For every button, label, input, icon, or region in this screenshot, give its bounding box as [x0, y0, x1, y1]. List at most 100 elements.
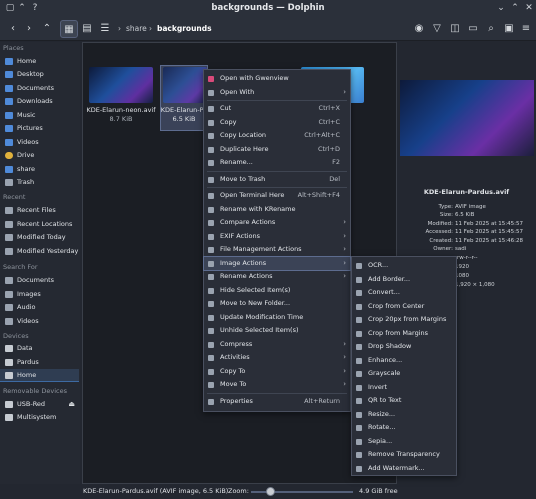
sidebar-item-drive[interactable]: Drive	[0, 149, 79, 162]
submenu-item-rotate[interactable]: Rotate...	[352, 421, 456, 435]
removable-heading: Removable Devices	[3, 387, 67, 395]
file-name-pardus[interactable]: KDE-Elarun-Pa	[160, 106, 208, 115]
icons-view-icon[interactable]: ▦	[60, 20, 78, 38]
image-actions-submenu: OCR... Add Border... Convert... Crop from C…	[351, 256, 457, 476]
sidebar-item-pardus[interactable]: Pardus	[0, 356, 79, 369]
menu-item-hide-selected-item-s[interactable]: Hide Selected Item(s)	[204, 284, 350, 298]
submenu-item-convert[interactable]: Convert...	[352, 286, 456, 300]
sidebar-item-documents[interactable]: Documents	[0, 82, 79, 95]
up-icon[interactable]: ⌃	[38, 20, 56, 38]
sidebar-item-recent-files[interactable]: Recent Files	[0, 204, 79, 217]
sidebar-item-recent-locations[interactable]: Recent Locations	[0, 218, 79, 231]
sidebar-item-share[interactable]: share	[0, 163, 79, 176]
submenu-item-crop-20px-from-margins[interactable]: Crop 20px from Margins	[352, 313, 456, 327]
sidebar-item-search-images[interactable]: Images	[0, 288, 79, 301]
filter-icon[interactable]: ▽	[428, 20, 446, 38]
sidebar-item-desktop[interactable]: Desktop	[0, 68, 79, 81]
menu-item-duplicate-here[interactable]: Duplicate Here Ctrl+D	[204, 143, 350, 157]
menu-item-compare-actions[interactable]: Compare Actions ›	[204, 216, 350, 230]
info-value-permissions: -rw-r--r--	[455, 255, 478, 261]
sidebar-item-trash[interactable]: Trash	[0, 176, 79, 189]
hamburger-menu-icon[interactable]: ≡	[517, 20, 535, 38]
menu-item-open-terminal-here[interactable]: Open Terminal Here Alt+Shift+F4	[204, 189, 350, 203]
sidebar-item-usb-red[interactable]: USB-Red ⏏	[0, 398, 79, 411]
menu-item-cut[interactable]: Cut Ctrl+X	[204, 102, 350, 116]
menu-item-image-actions[interactable]: Image Actions ›	[203, 255, 351, 271]
menu-item-open-with-gwenview[interactable]: Open with Gwenview	[204, 72, 350, 86]
sidebar-item-search-documents[interactable]: Documents	[0, 274, 79, 287]
sidebar-item-data[interactable]: Data	[0, 342, 79, 355]
submenu-item-crop-from-center[interactable]: Crop from Center	[352, 300, 456, 314]
sidebar-item-downloads[interactable]: Downloads	[0, 95, 79, 108]
submenu-item-grayscale[interactable]: Grayscale	[352, 367, 456, 381]
menu-item-rename[interactable]: Rename... F2	[204, 156, 350, 170]
submenu-item-add-border[interactable]: Add Border...	[352, 273, 456, 287]
menu-item-compress[interactable]: Compress ›	[204, 338, 350, 352]
submenu-item-enhance[interactable]: Enhance...	[352, 354, 456, 368]
menu-item-move-to-new-folder[interactable]: Move to New Folder...	[204, 297, 350, 311]
preview-icon[interactable]: ◉	[410, 20, 428, 38]
recent-files-icon	[5, 207, 13, 214]
zoom-slider-handle[interactable]	[266, 487, 275, 496]
file-thumbnail-pardus[interactable]	[163, 67, 207, 103]
submenu-item-ocr[interactable]: OCR...	[352, 259, 456, 273]
submenu-item-resize[interactable]: Resize...	[352, 408, 456, 422]
sidebar-item-videos[interactable]: Videos	[0, 136, 79, 149]
enhance-icon	[356, 357, 362, 364]
menu-item-label: File Management Actions	[220, 245, 302, 253]
close-icon[interactable]: ✕	[522, 0, 536, 17]
sidebar-item-search-videos[interactable]: Videos	[0, 315, 79, 328]
submenu-item-sepia[interactable]: Sepia...	[352, 435, 456, 449]
menu-item-activities[interactable]: Activities ›	[204, 351, 350, 365]
menu-item-label: Copy Location	[220, 131, 267, 139]
submenu-item-crop-from-margins[interactable]: Crop from Margins	[352, 327, 456, 341]
info-panel-icon[interactable]: ▣	[500, 20, 518, 38]
menu-item-move-to-trash[interactable]: Move to Trash Del	[204, 173, 350, 187]
menu-item-update-modification-time[interactable]: Update Modification Time	[204, 311, 350, 325]
compact-view-icon[interactable]: ▤	[78, 20, 96, 38]
sidebar-item-music[interactable]: Music	[0, 109, 79, 122]
menu-item-unhide-selected-item-s[interactable]: Unhide Selected Item(s)	[204, 324, 350, 338]
submenu-item-drop-shadow[interactable]: Drop Shadow	[352, 340, 456, 354]
eject-icon[interactable]: ⏏	[68, 398, 75, 411]
menu-item-open-with[interactable]: Open With ›	[204, 86, 350, 100]
menu-item-copy-location[interactable]: Copy Location Ctrl+Alt+C	[204, 129, 350, 143]
breadcrumb-backgrounds[interactable]: backgrounds	[157, 17, 212, 41]
breadcrumb-share[interactable]: share	[126, 17, 147, 41]
menu-item-move-to[interactable]: Move To ›	[204, 378, 350, 392]
sidebar-item-pictures[interactable]: Pictures	[0, 122, 79, 135]
crop-20px-from-margins-icon	[356, 317, 362, 323]
search-icon[interactable]: ⌕	[482, 20, 500, 38]
terminal-icon[interactable]: ▭	[464, 20, 482, 38]
file-thumbnail-neon[interactable]	[89, 67, 153, 103]
menu-item-rename-with-krename[interactable]: Rename with KRename	[204, 203, 350, 217]
sidebar-item-home[interactable]: Home	[0, 55, 79, 68]
sidebar-item-search-audio[interactable]: Audio	[0, 301, 79, 314]
menu-item-label: Image Actions	[220, 258, 267, 267]
sidebar-item-modified-yesterday[interactable]: Modified Yesterday	[0, 245, 79, 258]
menu-item-file-management-actions[interactable]: File Management Actions ›	[204, 243, 350, 257]
submenu-item-invert[interactable]: Invert	[352, 381, 456, 395]
menu-item-properties[interactable]: Properties Alt+Return	[204, 395, 350, 409]
sidebar-item-multisystem[interactable]: Multisystem	[0, 411, 79, 424]
forward-icon[interactable]: ›	[20, 20, 38, 38]
sidebar-item-modified-today[interactable]: Modified Today	[0, 231, 79, 244]
menu-shortcut: Alt+Shift+F4	[297, 191, 340, 199]
info-value-width: 1920	[455, 264, 469, 270]
menu-item-copy[interactable]: Copy Ctrl+C	[204, 116, 350, 130]
split-view-icon[interactable]: ◫	[446, 20, 464, 38]
maximize-icon[interactable]: ⌃	[508, 0, 522, 17]
menu-item-exif-actions[interactable]: EXIF Actions ›	[204, 230, 350, 244]
menu-item-label: Move to New Folder...	[220, 299, 291, 307]
add-border-icon	[356, 276, 362, 283]
submenu-item-remove-transparency[interactable]: Remove Transparency	[352, 448, 456, 462]
submenu-item-add-watermark[interactable]: Add Watermark...	[352, 462, 456, 476]
menu-item-rename-actions[interactable]: Rename Actions ›	[204, 270, 350, 284]
minimize-icon[interactable]: ⌄	[494, 0, 508, 17]
submenu-item-qr-to-text[interactable]: QR to Text	[352, 394, 456, 408]
menu-item-copy-to[interactable]: Copy To ›	[204, 365, 350, 379]
sidebar-item-home-device[interactable]: Home	[0, 369, 79, 382]
details-view-icon[interactable]: ☰	[96, 20, 114, 38]
menu-shortcut: Alt+Return	[304, 396, 340, 405]
file-name-neon[interactable]: KDE-Elarun-neon.avif	[85, 106, 157, 115]
